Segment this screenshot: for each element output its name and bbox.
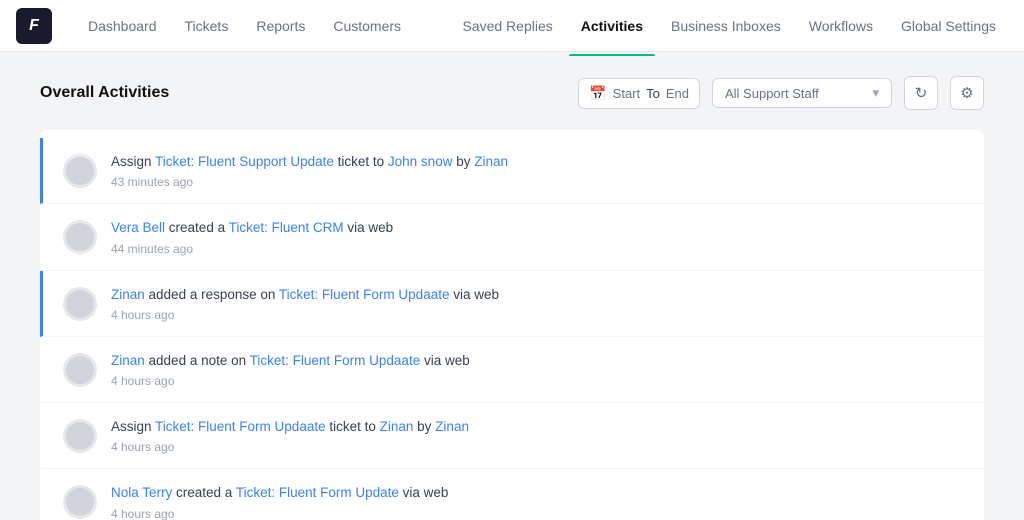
activity-list: Assign Ticket: Fluent Support Update tic… [40,130,984,520]
ticket-link[interactable]: Ticket: Fluent Form Updaate [250,353,421,368]
agent-link[interactable]: Zinan [474,154,508,169]
chevron-down-icon: ▾ [872,85,879,101]
activity-item: Nola Terry created a Ticket: Fluent Form… [40,469,984,520]
nav-saved-replies[interactable]: Saved Replies [450,10,564,42]
ticket-link[interactable]: Ticket: Fluent Form Update [236,485,399,500]
nav-customers[interactable]: Customers [321,10,413,42]
user-link[interactable]: Zinan [111,287,145,302]
ticket-link[interactable]: Ticket: Fluent CRM [229,220,344,235]
activity-time: 43 minutes ago [111,175,964,189]
nav-right: Saved Replies Activities Business Inboxe… [450,10,1008,42]
activity-time: 4 hours ago [111,308,964,322]
top-nav: F Dashboard Tickets Reports Customers Sa… [0,0,1024,52]
date-filter[interactable]: 📅 Start To End [578,78,700,109]
activity-text-5: Assign Ticket: Fluent Form Updaate ticke… [111,417,964,437]
user-link[interactable]: Vera Bell [111,220,165,235]
nav-dashboard[interactable]: Dashboard [76,10,169,42]
staff-dropdown-label: All Support Staff [725,86,819,101]
ticket-link[interactable]: Ticket: Fluent Support Update [155,154,334,169]
refresh-icon: ↻ [915,84,928,102]
nav-reports[interactable]: Reports [244,10,317,42]
avatar [63,287,97,321]
settings-icon: ⚙ [960,84,973,102]
date-end-label: End [666,86,689,101]
avatar [63,485,97,519]
activity-text-3: Zinan added a response on Ticket: Fluent… [111,285,964,305]
user-link[interactable]: Zinan [111,353,145,368]
date-start-label: Start [613,86,640,101]
refresh-button[interactable]: ↻ [904,76,938,110]
nav-global-settings[interactable]: Global Settings [889,10,1008,42]
activity-time: 44 minutes ago [111,242,964,256]
nav-business-inboxes[interactable]: Business Inboxes [659,10,793,42]
nav-tickets[interactable]: Tickets [173,10,241,42]
activity-item: Zinan added a note on Ticket: Fluent For… [40,337,984,403]
activity-item: Assign Ticket: Fluent Form Updaate ticke… [40,403,984,469]
section-header: Overall Activities 📅 Start To End All Su… [40,76,984,110]
avatar [63,419,97,453]
settings-button[interactable]: ⚙ [950,76,984,110]
activity-item: Zinan added a response on Ticket: Fluent… [40,271,984,337]
nav-activities[interactable]: Activities [569,10,655,42]
logo: F [16,8,52,44]
avatar [63,353,97,387]
avatar [63,154,97,188]
main-content: Overall Activities 📅 Start To End All Su… [0,52,1024,520]
activity-text-6: Nola Terry created a Ticket: Fluent Form… [111,483,964,503]
activity-item: Vera Bell created a Ticket: Fluent CRM v… [40,204,984,270]
activity-time: 4 hours ago [111,440,964,454]
avatar [63,220,97,254]
user-link[interactable]: Zinan [380,419,414,434]
activity-time: 4 hours ago [111,507,964,520]
ticket-link[interactable]: Ticket: Fluent Form Updaate [279,287,450,302]
agent-link[interactable]: Zinan [435,419,469,434]
activity-text-4: Zinan added a note on Ticket: Fluent For… [111,351,964,371]
staff-dropdown[interactable]: All Support Staff ▾ [712,78,892,108]
activity-item: Assign Ticket: Fluent Support Update tic… [40,138,984,204]
ticket-link[interactable]: Ticket: Fluent Form Updaate [155,419,326,434]
date-to-label: To [646,86,660,101]
section-title: Overall Activities [40,84,169,102]
nav-left: Dashboard Tickets Reports Customers [76,10,413,42]
user-link[interactable]: John snow [388,154,453,169]
nav-workflows[interactable]: Workflows [797,10,885,42]
calendar-icon: 📅 [589,85,606,102]
activity-text-2: Vera Bell created a Ticket: Fluent CRM v… [111,218,964,238]
user-link[interactable]: Nola Terry [111,485,172,500]
activity-text-1: Assign Ticket: Fluent Support Update tic… [111,152,964,172]
activity-time: 4 hours ago [111,374,964,388]
